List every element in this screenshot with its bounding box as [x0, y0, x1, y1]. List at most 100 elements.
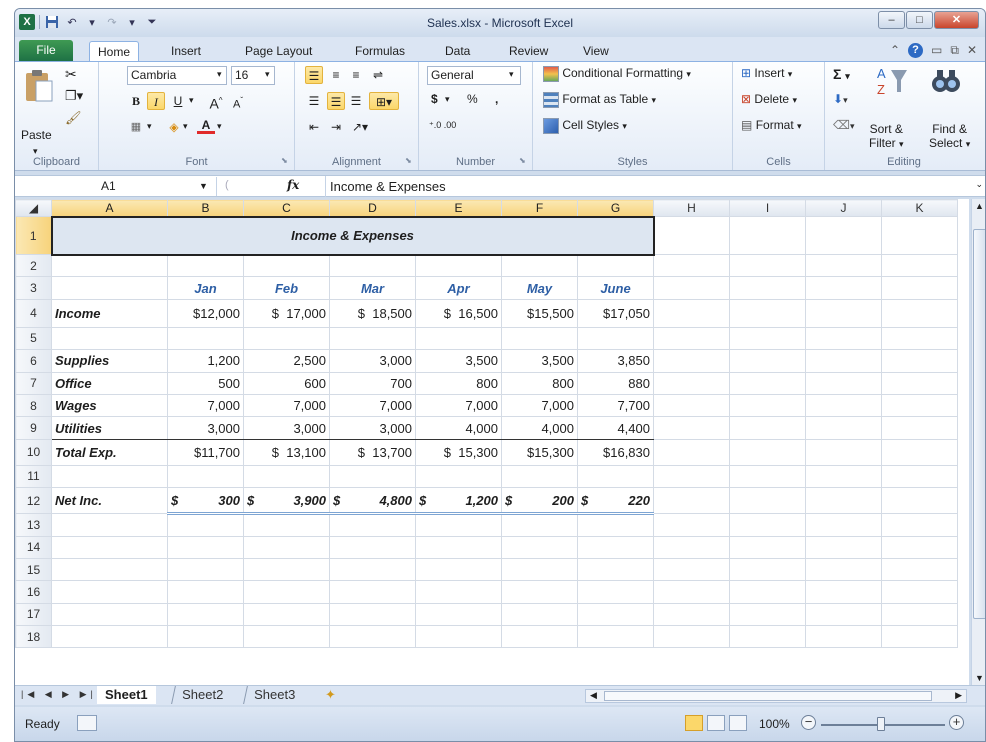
row-label-cell[interactable]: Total Exp. — [51, 438, 168, 466]
orientation-icon[interactable]: ↗▾ — [351, 118, 369, 136]
value-cell[interactable]: 500 — [167, 371, 244, 395]
row-header[interactable]: 17 — [15, 602, 52, 627]
cell[interactable] — [729, 535, 806, 559]
value-cell[interactable]: 600 — [243, 371, 330, 395]
cell[interactable] — [729, 276, 806, 300]
value-cell[interactable]: $1,200 — [415, 487, 502, 516]
decrease-indent-icon[interactable]: ⇤ — [305, 118, 323, 136]
column-header-d[interactable]: D — [329, 199, 416, 217]
format-cells-button[interactable]: ▤ Format ▾ — [741, 118, 802, 132]
worksheet-grid[interactable]: ◢ A B C D E F G H I J K 1 Income & Expen… — [15, 199, 969, 685]
cell[interactable] — [805, 464, 882, 489]
cell[interactable] — [577, 580, 654, 604]
align-top-icon[interactable]: ☰ — [305, 66, 323, 84]
cell[interactable] — [243, 513, 330, 537]
cell[interactable] — [501, 625, 578, 649]
borders-dropdown-icon[interactable]: ▾ — [147, 121, 152, 132]
row-header[interactable]: 5 — [15, 326, 52, 351]
cell[interactable] — [805, 438, 882, 466]
number-format-dropdown-icon[interactable]: ▾ — [509, 69, 514, 80]
value-cell[interactable]: 800 — [501, 371, 578, 395]
tab-review[interactable]: Review — [501, 41, 556, 61]
cell[interactable] — [881, 535, 958, 559]
value-cell[interactable]: $15,300 — [501, 438, 578, 466]
cell[interactable] — [415, 535, 502, 559]
cell[interactable] — [501, 253, 578, 278]
delete-cells-button[interactable]: ⊠ Delete ▾ — [741, 92, 797, 106]
scroll-left-icon[interactable]: ◀ — [590, 690, 597, 701]
cell[interactable] — [501, 326, 578, 351]
scroll-down-icon[interactable]: ▼ — [975, 673, 984, 683]
fill-color-icon[interactable]: ◈ — [165, 118, 183, 136]
cell[interactable] — [881, 438, 958, 466]
font-name-combobox[interactable]: Cambria — [127, 66, 227, 85]
row-header[interactable]: 7 — [15, 371, 52, 395]
italic-button[interactable]: I — [147, 92, 165, 110]
cell[interactable] — [653, 326, 730, 351]
cell[interactable] — [653, 393, 730, 418]
clear-icon[interactable]: ⌫▾ — [833, 118, 855, 132]
tab-formulas[interactable]: Formulas — [347, 41, 413, 61]
value-cell[interactable]: $220 — [577, 487, 654, 516]
cell[interactable] — [653, 438, 730, 466]
value-cell[interactable]: 7,700 — [577, 393, 654, 418]
cell[interactable] — [729, 371, 806, 395]
sort-filter-icon[interactable]: AZ — [875, 64, 909, 101]
value-cell[interactable]: $ 17,000 — [243, 298, 330, 328]
cell[interactable] — [577, 602, 654, 627]
cell[interactable] — [653, 253, 730, 278]
value-cell[interactable]: 7,000 — [243, 393, 330, 418]
insert-cells-button[interactable]: ⊞ Insert ▾ — [741, 66, 792, 80]
row-header[interactable]: 12 — [15, 487, 52, 515]
cell[interactable] — [415, 580, 502, 604]
row-header[interactable]: 11 — [15, 464, 52, 489]
cell[interactable] — [329, 625, 416, 649]
cell[interactable] — [167, 625, 244, 649]
row-header[interactable]: 2 — [15, 253, 52, 278]
cell[interactable] — [243, 602, 330, 627]
value-cell[interactable]: $200 — [501, 487, 578, 516]
cell[interactable] — [243, 535, 330, 559]
cell[interactable] — [577, 464, 654, 489]
increase-decimal-icon[interactable]: ⁺.0 .00 — [429, 120, 456, 131]
insert-function-icon[interactable]: fx — [287, 178, 299, 192]
row-header[interactable]: 4 — [15, 298, 52, 328]
horizontal-scrollbar[interactable]: ◀ ▶ — [585, 689, 967, 703]
sheet-navigation-icons[interactable]: |◀ ◀ ▶ ▶| — [21, 689, 97, 700]
value-cell[interactable]: 800 — [415, 371, 502, 395]
cell[interactable] — [881, 580, 958, 604]
find-select-icon[interactable] — [929, 64, 963, 101]
cell[interactable] — [881, 276, 958, 300]
cell[interactable] — [653, 487, 730, 515]
cell[interactable] — [501, 580, 578, 604]
zoom-slider-thumb[interactable] — [877, 717, 885, 731]
column-header-g[interactable]: G — [577, 199, 654, 217]
row-header[interactable]: 14 — [15, 535, 52, 559]
bold-button[interactable]: B — [127, 92, 145, 110]
value-cell[interactable]: $16,830 — [577, 438, 654, 466]
cell[interactable] — [653, 298, 730, 328]
cell[interactable] — [805, 253, 882, 278]
sheet-tab-sheet3[interactable]: Sheet3 — [243, 686, 306, 704]
cell[interactable] — [51, 253, 168, 278]
vertical-scrollbar[interactable]: ▲ ▼ — [971, 199, 985, 685]
cell[interactable] — [729, 580, 806, 604]
cell[interactable] — [881, 393, 958, 418]
value-cell[interactable]: $3,900 — [243, 487, 330, 516]
cell[interactable] — [51, 535, 168, 559]
cell[interactable] — [805, 393, 882, 418]
close-workbook-icon[interactable]: ✕ — [967, 43, 977, 58]
cell[interactable] — [805, 349, 882, 373]
row-header[interactable]: 15 — [15, 557, 52, 582]
cell[interactable] — [243, 326, 330, 351]
cell[interactable] — [805, 371, 882, 395]
column-header-k[interactable]: K — [881, 199, 958, 217]
cell[interactable] — [51, 276, 168, 300]
autosum-icon[interactable]: Σ ▾ — [833, 66, 850, 82]
cell[interactable] — [729, 393, 806, 418]
macro-record-icon[interactable] — [77, 715, 97, 731]
vertical-scroll-thumb[interactable] — [973, 229, 985, 619]
format-as-table-button[interactable]: Format as Table ▾ — [543, 92, 656, 108]
cell[interactable] — [729, 298, 806, 328]
zoom-level[interactable]: 100% — [759, 717, 790, 731]
